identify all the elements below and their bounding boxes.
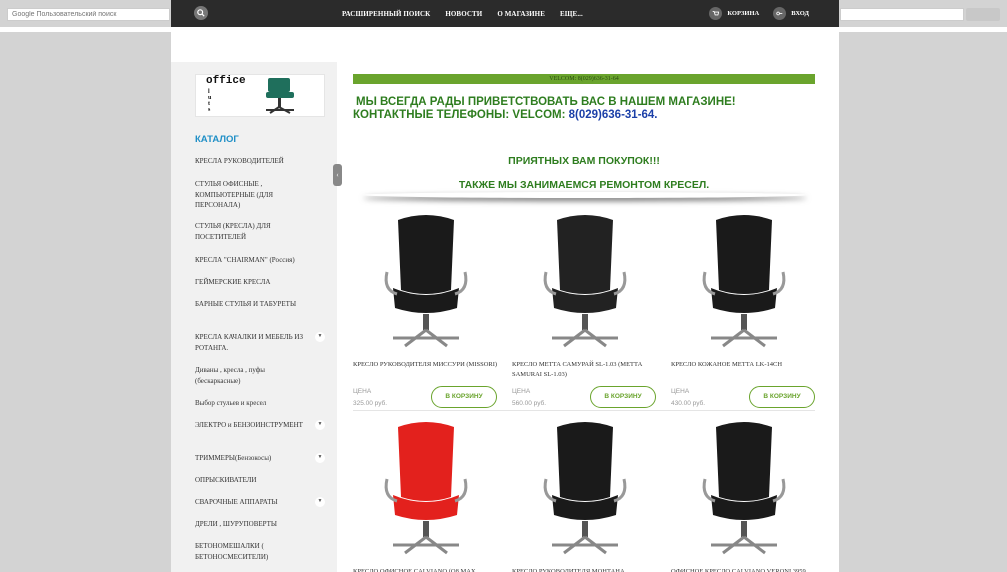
price-label: ЦЕНА bbox=[353, 388, 372, 395]
catalog-menu-item[interactable]: БЕТОНОМЕШАЛКИ ( БЕТОНОСМЕСИТЕЛИ) bbox=[195, 541, 311, 562]
catalog-menu-item[interactable]: СВАРОЧНЫЕ АППАРАТЫ ▼ bbox=[195, 497, 325, 508]
sidebar-toggle[interactable]: ‹ bbox=[333, 164, 342, 186]
section-divider-shadow bbox=[363, 192, 807, 198]
catalog-menu-item[interactable]: СТУЛЬЯ ОФИСНЫЕ , КОМПЬЮТЕРНЫЕ (ДЛЯ ПЕРСО… bbox=[195, 179, 311, 211]
row-divider bbox=[353, 410, 815, 411]
catalog-menu-item-label: СТУЛЬЯ (КРЕСЛА) ДЛЯ ПОСЕТИТЕЛЕЙ bbox=[195, 222, 271, 241]
site-logo[interactable]: office luts bbox=[195, 74, 325, 117]
product-price: 560.00 руб. bbox=[512, 400, 547, 407]
logo-vertical-mark: luts bbox=[208, 89, 212, 113]
page-container: office luts КАТАЛОГ КРЕСЛА РУКОВОДИТЕЛЕЙ… bbox=[171, 32, 839, 572]
product-title[interactable]: КРЕСЛО РУКОВОДИТЕЛЯ МИССУРИ (MISSORI) bbox=[353, 360, 499, 380]
expand-arrow-icon[interactable]: ▼ bbox=[315, 453, 325, 463]
contact-line: КОНТАКТНЫЕ ТЕЛЕФОНЫ: VELCOM: 8(029)636-3… bbox=[353, 109, 823, 122]
catalog-menu-item-label: КРЕСЛА "CHAIRMAN" (Россия) bbox=[195, 256, 295, 264]
catalog-menu-item-label: ГЕЙМЕРСКИЕ КРЕСЛА bbox=[195, 278, 271, 286]
product-image[interactable] bbox=[353, 210, 499, 350]
product-image[interactable] bbox=[671, 417, 817, 557]
login-link[interactable]: ВХОД bbox=[773, 7, 809, 20]
thanks-text: ПРИЯТНЫХ ВАМ ПОКУПОК!!! bbox=[508, 155, 660, 167]
cart-link[interactable]: КОРЗИНА bbox=[709, 7, 759, 20]
catalog-menu-item-label: БЕТОНОМЕШАЛКИ ( БЕТОНОСМЕСИТЕЛИ) bbox=[195, 542, 269, 561]
welcome-block: МЫ ВСЕГДА РАДЫ ПРИВЕТСТВОВАТЬ ВАС В НАШЕ… bbox=[353, 96, 823, 122]
contact-banner: VELCOM: 8(029)636-31-64 bbox=[353, 74, 815, 84]
catalog-menu-item[interactable]: ЭЛЕКТРО и БЕНЗОИНСТРУМЕНТ ▼ bbox=[195, 420, 325, 431]
catalog-menu-item-label: ОПРЫСКИВАТЕЛИ bbox=[195, 476, 257, 484]
catalog-menu-item-label: СВАРОЧНЫЕ АППАРАТЫ bbox=[195, 498, 278, 506]
catalog-menu-item[interactable]: ГЕЙМЕРСКИЕ КРЕСЛА bbox=[195, 277, 311, 288]
google-search-button[interactable] bbox=[966, 8, 1000, 21]
product-price: 325.00 руб. bbox=[353, 400, 388, 407]
sidebar: office luts КАТАЛОГ КРЕСЛА РУКОВОДИТЕЛЕЙ… bbox=[171, 62, 337, 572]
logo-text: office bbox=[206, 75, 246, 87]
catalog-menu-item[interactable]: ОПРЫСКИВАТЕЛИ bbox=[195, 475, 311, 486]
product-title[interactable]: КРЕСЛО РУКОВОДИТЕЛЯ МОНТАНА bbox=[512, 567, 658, 572]
price-label: ЦЕНА bbox=[512, 388, 531, 395]
cart-icon bbox=[709, 7, 723, 20]
catalog-menu-item[interactable]: Диваны , кресла , пуфы (бескаркасные) bbox=[195, 365, 311, 386]
cart-label: КОРЗИНА bbox=[727, 10, 760, 17]
catalog-menu-item[interactable]: ДРЕЛИ , ШУРУПОВЕРТЫ bbox=[195, 519, 311, 530]
price-label: ЦЕНА bbox=[671, 388, 690, 395]
catalog-menu-item[interactable]: КРЕСЛА КАЧАЛКИ И МЕБЕЛЬ ИЗ РОТАНГА. ▼ bbox=[195, 332, 325, 353]
product-title[interactable]: КРЕСЛО ОФИСНОЕ CALVIANO (Q8 MAX bbox=[353, 567, 499, 572]
welcome-heading: МЫ ВСЕГДА РАДЫ ПРИВЕТСТВОВАТЬ ВАС В НАШЕ… bbox=[356, 96, 736, 108]
product-title[interactable]: КРЕСЛО МЕТТА САМУРАЙ SL-1.03 (МЕТТА SAMU… bbox=[512, 360, 658, 380]
product-image[interactable] bbox=[353, 417, 499, 557]
catalog-menu-item[interactable]: ТРИММЕРЫ(Бензокосы) ▼ bbox=[195, 453, 325, 464]
catalog-menu-item-label: Диваны , кресла , пуфы (бескаркасные) bbox=[195, 366, 265, 385]
catalog-menu-item[interactable]: Выбор стульев и кресел bbox=[195, 398, 311, 409]
user-actions: КОРЗИНА ВХОД bbox=[709, 0, 809, 27]
product-image[interactable] bbox=[512, 210, 658, 350]
login-label: ВХОД bbox=[791, 10, 809, 17]
nav-advanced-search[interactable]: РАСШИРЕННЫЙ ПОИСК bbox=[342, 10, 430, 18]
contact-phone[interactable]: 8(029)636-31-64. bbox=[569, 109, 658, 121]
catalog-menu-item-label: КРЕСЛА РУКОВОДИТЕЛЕЙ bbox=[195, 157, 284, 165]
product-image[interactable] bbox=[512, 417, 658, 557]
google-search-input[interactable] bbox=[7, 8, 170, 21]
catalog-menu-item-label: БАРНЫЕ СТУЛЬЯ И ТАБУРЕТЫ bbox=[195, 300, 297, 308]
catalog-menu-item-label: Выбор стульев и кресел bbox=[195, 399, 267, 407]
catalog-menu-item[interactable]: КРЕСЛА "CHAIRMAN" (Россия) bbox=[195, 255, 311, 266]
contact-prefix: КОНТАКТНЫЕ ТЕЛЕФОНЫ: VELCOM: bbox=[353, 109, 569, 121]
catalog-menu-item-label: ТРИММЕРЫ(Бензокосы) bbox=[195, 454, 272, 462]
google-search-input-right[interactable] bbox=[840, 8, 964, 21]
product-image[interactable] bbox=[671, 210, 817, 350]
add-to-cart-button[interactable]: В КОРЗИНУ bbox=[590, 386, 656, 408]
catalog-menu-item-label: КРЕСЛА КАЧАЛКИ И МЕБЕЛЬ ИЗ РОТАНГА. bbox=[195, 333, 303, 352]
expand-arrow-icon[interactable]: ▼ bbox=[315, 497, 325, 507]
add-to-cart-button[interactable]: В КОРЗИНУ bbox=[431, 386, 497, 408]
catalog-menu-item-label: СТУЛЬЯ ОФИСНЫЕ , КОМПЬЮТЕРНЫЕ (ДЛЯ ПЕРСО… bbox=[195, 180, 274, 209]
product-price: 430.00 руб. bbox=[671, 400, 706, 407]
repair-text: ТАКЖЕ МЫ ЗАНИМАЕМСЯ РЕМОНТОМ КРЕСЕЛ. bbox=[458, 179, 710, 191]
top-navigation-bar: РАСШИРЕННЫЙ ПОИСК НОВОСТИ О МАГАЗИНЕ ЕЩЕ… bbox=[171, 0, 839, 27]
logo-chair-icon bbox=[266, 78, 294, 114]
catalog-menu-item[interactable]: БАРНЫЕ СТУЛЬЯ И ТАБУРЕТЫ bbox=[195, 299, 311, 310]
nav-news[interactable]: НОВОСТИ bbox=[445, 10, 482, 18]
nav-about[interactable]: О МАГАЗИНЕ bbox=[497, 10, 545, 18]
main-nav: РАСШИРЕННЫЙ ПОИСК НОВОСТИ О МАГАЗИНЕ ЕЩЕ… bbox=[342, 0, 583, 27]
key-icon bbox=[773, 7, 787, 20]
catalog-menu-item-label: ЭЛЕКТРО и БЕНЗОИНСТРУМЕНТ bbox=[195, 421, 303, 429]
product-title[interactable]: ОФИСНОЕ КРЕСЛО CALVIANO VERONI 3959 bbox=[671, 567, 817, 572]
catalog-menu-item[interactable]: СТУЛЬЯ (КРЕСЛА) ДЛЯ ПОСЕТИТЕЛЕЙ bbox=[195, 221, 311, 242]
expand-arrow-icon[interactable]: ▼ bbox=[315, 420, 325, 430]
product-title[interactable]: КРЕСЛО КОЖАНОЕ МЕТТА LK-14CH bbox=[671, 360, 817, 380]
nav-more[interactable]: ЕЩЕ... bbox=[560, 10, 583, 18]
expand-arrow-icon[interactable]: ▼ bbox=[315, 332, 325, 342]
search-icon[interactable] bbox=[194, 6, 208, 20]
catalog-menu-item-label: ДРЕЛИ , ШУРУПОВЕРТЫ bbox=[195, 520, 278, 528]
catalog-menu-item[interactable]: КРЕСЛА РУКОВОДИТЕЛЕЙ bbox=[195, 156, 311, 167]
add-to-cart-button[interactable]: В КОРЗИНУ bbox=[749, 386, 815, 408]
catalog-title: КАТАЛОГ bbox=[195, 134, 239, 145]
